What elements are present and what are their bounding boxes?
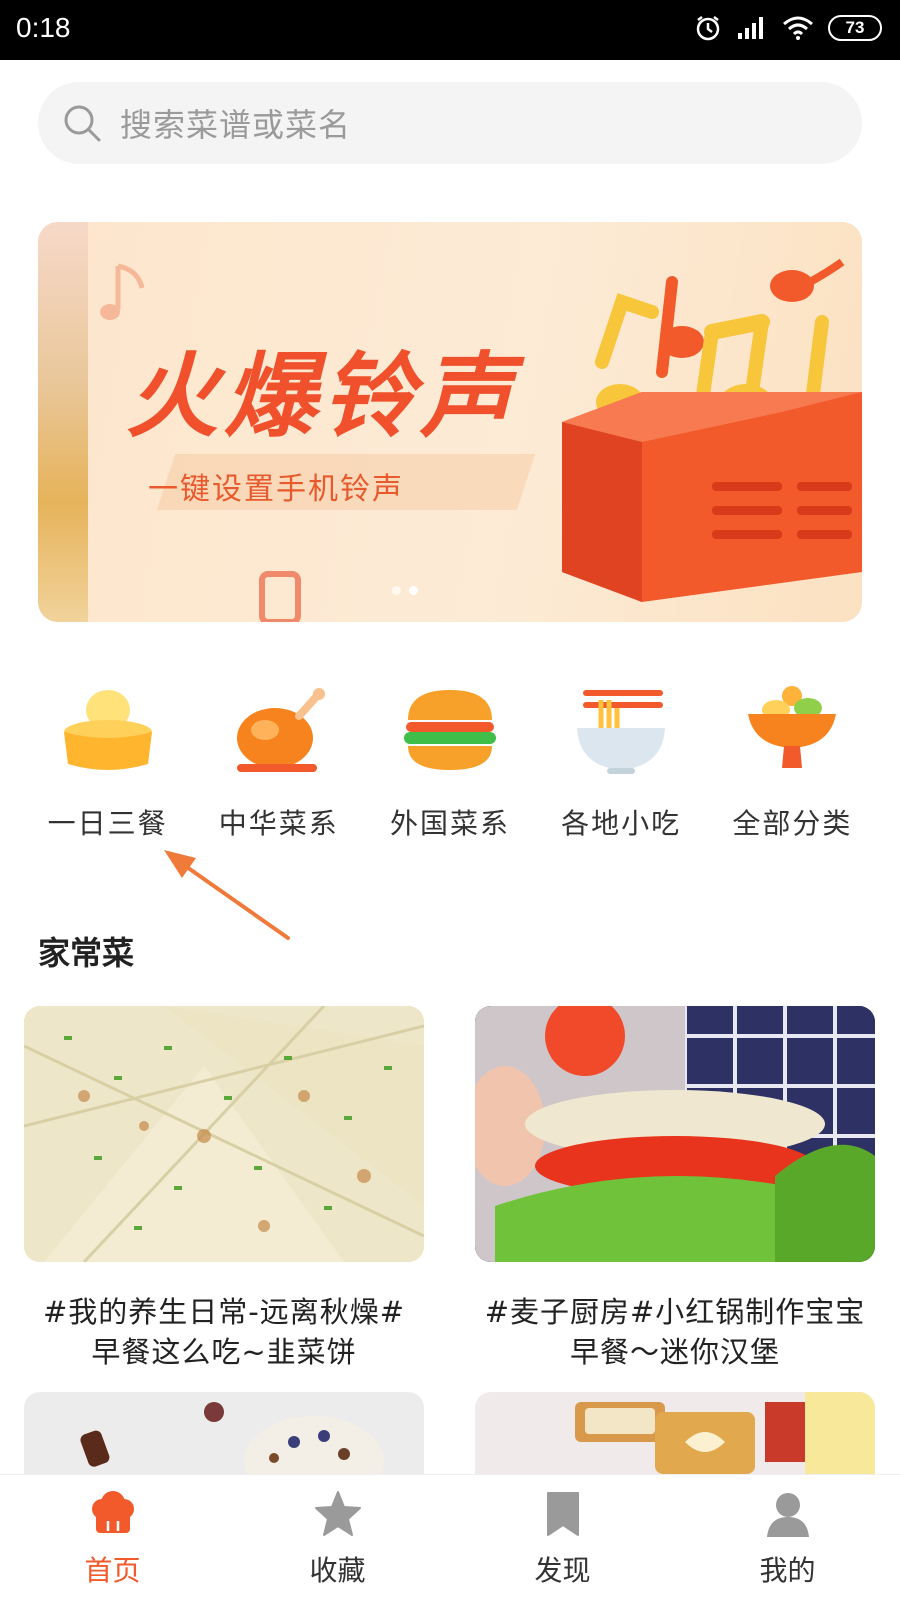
recipe-card[interactable]: #麦子厨房#小红锅制作宝宝 早餐～迷你汉堡	[475, 1006, 875, 1372]
wifi-icon	[783, 16, 813, 40]
banner-pagination[interactable]	[392, 586, 418, 595]
tab-home[interactable]: 首页	[33, 1475, 193, 1600]
mini-burger-photo	[475, 1006, 875, 1262]
category-item-all[interactable]: 全部分类	[717, 680, 867, 842]
category-grid: 一日三餐 中华菜系 外国菜系 各地小吃 全部分类	[0, 680, 900, 842]
recipe-title-line1: #我的养生日常-远离秋燥#	[42, 1295, 406, 1329]
recipe-title: #我的养生日常-远离秋燥# 早餐这么吃~韭菜饼	[24, 1292, 424, 1372]
dish-stand-icon	[748, 686, 837, 768]
recipe-title: #麦子厨房#小红锅制作宝宝 早餐～迷你汉堡	[475, 1292, 875, 1372]
recipe-image[interactable]	[475, 1006, 875, 1262]
banner-dot[interactable]	[392, 586, 401, 595]
recipe-image	[24, 1392, 424, 1474]
recipe-title-line1: #麦子厨房#小红锅制作宝宝	[484, 1295, 866, 1329]
tab-favorites[interactable]: 收藏	[258, 1475, 418, 1600]
category-item-meals[interactable]: 一日三餐	[33, 680, 183, 842]
category-item-foreign[interactable]: 外国菜系	[375, 680, 525, 842]
music-box-illustration	[562, 258, 862, 602]
music-note-icon	[100, 263, 145, 320]
category-item-chinese[interactable]: 中华菜系	[204, 680, 354, 842]
tab-profile[interactable]: 我的	[708, 1475, 868, 1600]
search-placeholder: 搜索菜谱或菜名	[120, 106, 352, 144]
tab-label: 发现	[534, 1554, 591, 1587]
search-input[interactable]: 搜索菜谱或菜名	[38, 82, 862, 164]
status-bar: 0:18 73	[0, 0, 900, 60]
recipe-card[interactable]	[24, 1392, 424, 1474]
promo-banner[interactable]: 火爆铃声 一键设置手机铃声	[38, 222, 862, 622]
battery-icon: 73	[828, 15, 882, 41]
alarm-icon	[696, 16, 720, 41]
annotation-arrow	[164, 850, 290, 940]
category-label: 全部分类	[732, 807, 853, 840]
meal-bowl-icon	[63, 690, 152, 770]
recipe-card[interactable]: #我的养生日常-远离秋燥# 早餐这么吃~韭菜饼	[24, 1006, 424, 1372]
star-icon	[314, 1491, 361, 1536]
pancake-photo	[24, 1006, 424, 1262]
roast-chicken-icon	[236, 688, 325, 772]
banner-title: 火爆铃声	[126, 343, 519, 450]
section-title: 家常菜	[38, 934, 135, 972]
status-icons: 73	[694, 14, 882, 42]
category-label: 一日三餐	[47, 807, 168, 840]
noodle-bowl-icon	[577, 690, 666, 774]
tab-label: 首页	[84, 1554, 141, 1587]
chef-hat-icon	[91, 1491, 134, 1533]
recipe-image	[475, 1392, 875, 1474]
banner-subtitle: 一键设置手机铃声	[148, 472, 404, 507]
search-icon	[64, 105, 101, 142]
user-icon	[766, 1493, 809, 1537]
recipe-card[interactable]	[475, 1392, 875, 1474]
bookmark-icon	[546, 1492, 579, 1536]
recipe-title-line2: 早餐～迷你汉堡	[569, 1335, 780, 1369]
burger-icon	[403, 690, 496, 770]
category-item-snacks[interactable]: 各地小吃	[546, 680, 696, 842]
status-time: 0:18	[16, 12, 71, 43]
banner-dot-active[interactable]	[409, 586, 418, 595]
tab-discover[interactable]: 发现	[483, 1475, 643, 1600]
signal-icon	[738, 17, 763, 39]
category-label: 外国菜系	[389, 807, 510, 840]
bottom-tab-bar: 首页 收藏 发现 我的	[0, 1474, 900, 1600]
tab-label: 我的	[759, 1554, 816, 1587]
recipe-image[interactable]	[24, 1006, 424, 1262]
recipe-title-line2: 早餐这么吃~韭菜饼	[91, 1335, 357, 1369]
category-label: 中华菜系	[218, 807, 339, 840]
music-note-icon	[259, 571, 301, 622]
banner-previous-slide	[38, 222, 88, 622]
battery-level: 73	[845, 18, 865, 37]
tab-label: 收藏	[309, 1554, 366, 1587]
category-label: 各地小吃	[561, 807, 682, 840]
